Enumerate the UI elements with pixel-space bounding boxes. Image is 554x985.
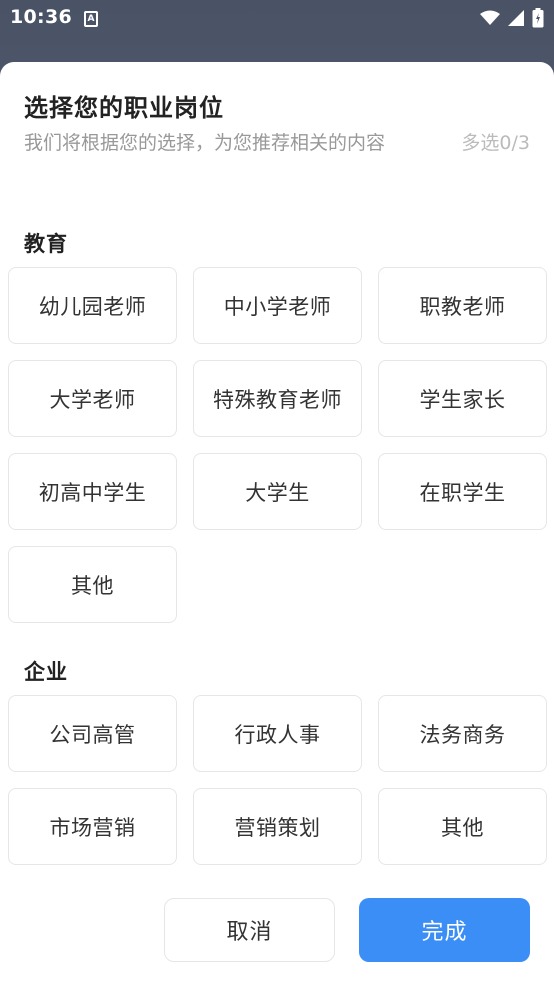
option-hr-admin[interactable]: 行政人事 bbox=[193, 695, 362, 772]
status-bar: 10:36 A bbox=[0, 0, 554, 40]
option-working-student[interactable]: 在职学生 bbox=[378, 453, 547, 530]
option-university-teacher[interactable]: 大学老师 bbox=[8, 360, 177, 437]
selection-counter: 多选0/3 bbox=[461, 132, 530, 154]
keyboard-a-icon: A bbox=[84, 11, 98, 27]
option-vocational-teacher[interactable]: 职教老师 bbox=[378, 267, 547, 344]
enterprise-options-grid: 公司高管 行政人事 法务商务 市场营销 营销策划 其他 bbox=[8, 695, 547, 865]
option-special-education-teacher[interactable]: 特殊教育老师 bbox=[193, 360, 362, 437]
option-kindergarten-teacher[interactable]: 幼儿园老师 bbox=[8, 267, 177, 344]
option-legal-business[interactable]: 法务商务 bbox=[378, 695, 547, 772]
cancel-button[interactable]: 取消 bbox=[164, 898, 335, 962]
option-university-student[interactable]: 大学生 bbox=[193, 453, 362, 530]
signal-icon bbox=[508, 10, 524, 26]
section-title-education: 教育 bbox=[24, 232, 68, 256]
option-marketing[interactable]: 市场营销 bbox=[8, 788, 177, 865]
option-enterprise-other[interactable]: 其他 bbox=[378, 788, 547, 865]
career-selection-sheet: 选择您的职业岗位 我们将根据您的选择，为您推荐相关的内容 多选0/3 教育 幼儿… bbox=[0, 62, 554, 985]
option-education-other[interactable]: 其他 bbox=[8, 546, 177, 623]
option-marketing-planning[interactable]: 营销策划 bbox=[193, 788, 362, 865]
section-title-enterprise: 企业 bbox=[24, 660, 68, 684]
option-executive[interactable]: 公司高管 bbox=[8, 695, 177, 772]
education-options-grid: 幼儿园老师 中小学老师 职教老师 大学老师 特殊教育老师 学生家长 初高中学生 … bbox=[8, 267, 547, 623]
wifi-icon bbox=[480, 10, 500, 25]
option-k12-teacher[interactable]: 中小学老师 bbox=[193, 267, 362, 344]
dialog-title: 选择您的职业岗位 bbox=[24, 94, 224, 122]
status-time: 10:36 bbox=[10, 6, 72, 28]
screen: 10:36 A 选择您的职业岗位 我们将根据您的选择，为您推荐相关的内容 多选0… bbox=[0, 0, 554, 985]
done-button[interactable]: 完成 bbox=[359, 898, 530, 962]
option-middle-high-student[interactable]: 初高中学生 bbox=[8, 453, 177, 530]
battery-icon bbox=[532, 8, 544, 28]
option-parent[interactable]: 学生家长 bbox=[378, 360, 547, 437]
status-icons bbox=[480, 8, 544, 28]
dialog-subtitle: 我们将根据您的选择，为您推荐相关的内容 bbox=[24, 132, 386, 154]
